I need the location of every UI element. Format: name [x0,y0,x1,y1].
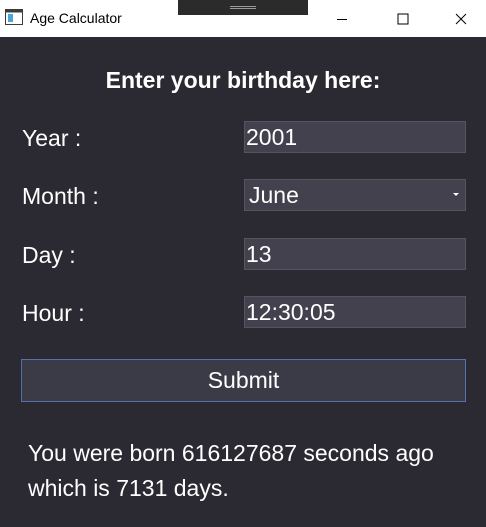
month-select-value: June [249,182,299,208]
window-title: Age Calculator [30,10,122,26]
day-input[interactable] [244,238,466,270]
hour-input[interactable] [244,296,466,328]
app-icon [5,9,23,25]
day-label: Day : [22,242,76,268]
submit-button[interactable]: Submit [21,359,466,402]
month-select[interactable]: June [244,179,466,211]
app-window: Age Calculator Enter your birthday here: [0,0,486,527]
close-button[interactable] [432,0,486,37]
result-days: which is 7131 days. [28,475,229,501]
year-label: Year : [22,125,82,151]
year-input[interactable] [244,121,466,153]
hour-label: Hour : [22,300,85,326]
grip-icon [230,6,256,9]
minimize-icon [337,18,347,20]
result-text: You were born 616127687 seconds ago whic… [28,436,478,506]
drag-handle[interactable] [178,0,308,15]
title-bar: Age Calculator [0,0,486,37]
maximize-button[interactable] [374,0,432,37]
chevron-down-icon [453,193,459,196]
close-icon [455,13,467,24]
result-seconds: You were born 616127687 seconds ago [28,440,434,466]
month-label: Month : [22,183,99,209]
maximize-icon [397,13,409,24]
minimize-button[interactable] [313,0,371,37]
form-heading: Enter your birthday here: [105,67,381,93]
